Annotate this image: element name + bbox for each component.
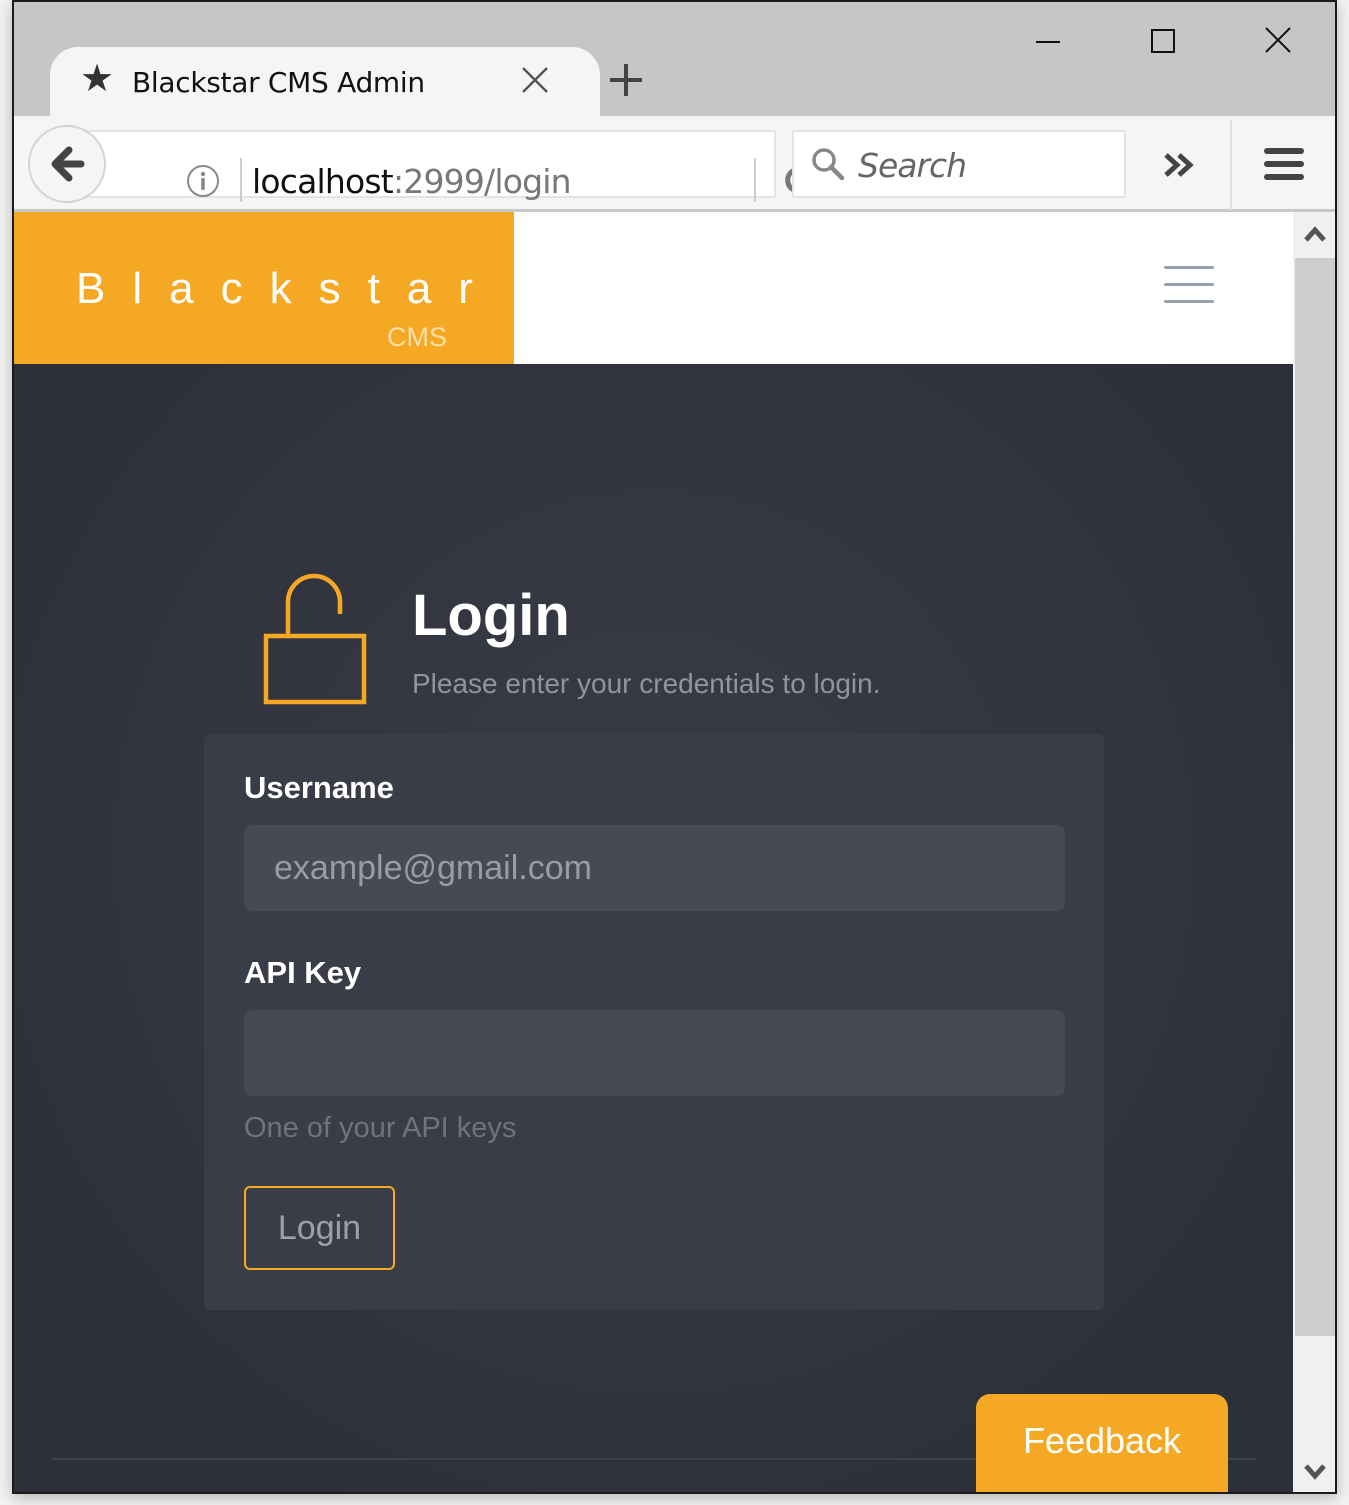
back-button[interactable]: [28, 125, 106, 203]
plus-icon[interactable]: [606, 60, 646, 100]
search-placeholder: Search: [858, 146, 967, 185]
search-icon: [812, 148, 845, 181]
chevron-up-icon: [1304, 226, 1326, 242]
scrollbar-thumb[interactable]: [1295, 258, 1335, 1336]
nav-bar: localhost:2999/login Search: [14, 116, 1335, 212]
close-window-icon[interactable]: [1258, 24, 1298, 60]
url-separator: [240, 158, 242, 202]
unlock-icon: [263, 573, 367, 705]
search-bar[interactable]: Search: [792, 130, 1126, 198]
feedback-button[interactable]: Feedback: [976, 1394, 1228, 1492]
url-bar[interactable]: localhost:2999/login: [78, 130, 812, 202]
chevron-down-icon: [1304, 1464, 1326, 1480]
login-button[interactable]: Login: [244, 1186, 395, 1270]
page-title: Login: [412, 583, 570, 648]
site-header: Blackstar CMS: [14, 212, 1293, 364]
hamburger-icon[interactable]: [1164, 266, 1214, 306]
overflow-chevrons-icon[interactable]: [1160, 150, 1200, 180]
scroll-up-button[interactable]: [1293, 212, 1335, 256]
arrow-left-icon: [51, 146, 85, 182]
tab-title: Blackstar CMS Admin: [132, 66, 425, 99]
brand-logo[interactable]: Blackstar CMS: [14, 212, 514, 364]
login-form: Username API Key One of your API keys Lo…: [204, 734, 1104, 1310]
api-key-help-text: One of your API keys: [244, 1112, 517, 1144]
url-text[interactable]: localhost:2999/login: [252, 162, 572, 201]
page-subtitle: Please enter your credentials to login.: [412, 668, 881, 699]
brand-subtitle: CMS: [387, 322, 447, 352]
star-icon: ★: [80, 58, 115, 100]
browser-window: ★ Blackstar CMS Admin localhost:2999/log…: [12, 0, 1337, 1494]
username-label: Username: [244, 770, 394, 805]
minimize-icon[interactable]: [1028, 24, 1068, 60]
api-key-input[interactable]: [244, 1010, 1065, 1096]
brand-name: Blackstar: [76, 264, 500, 313]
title-bar: ★ Blackstar CMS Admin: [14, 2, 1335, 117]
username-input[interactable]: [244, 825, 1065, 911]
browser-menu-icon[interactable]: [1262, 146, 1306, 182]
close-tab-icon[interactable]: [520, 65, 550, 95]
browser-tab[interactable]: ★ Blackstar CMS Admin: [50, 47, 600, 117]
scroll-down-button[interactable]: [1293, 1450, 1335, 1492]
reload-separator: [754, 158, 756, 202]
maximize-icon[interactable]: [1144, 24, 1184, 60]
nav-divider: [1230, 120, 1232, 210]
api-key-label: API Key: [244, 955, 362, 990]
page-viewport: Blackstar CMS Login Please enter your cr…: [14, 212, 1293, 1492]
vertical-scrollbar[interactable]: [1293, 212, 1335, 1492]
info-icon[interactable]: [186, 164, 220, 198]
